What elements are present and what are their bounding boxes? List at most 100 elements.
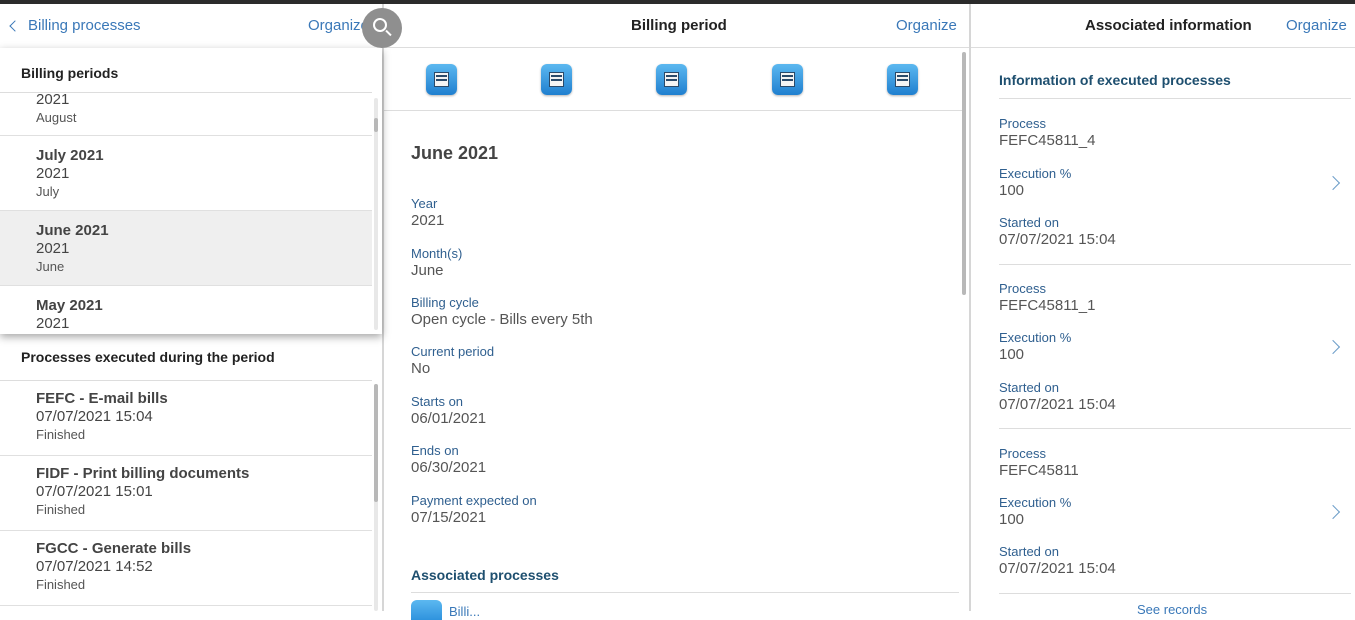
see-records-link[interactable]: See records xyxy=(1137,602,1207,617)
record-divider xyxy=(999,428,1351,429)
center-organize-button[interactable]: Organize xyxy=(896,17,957,34)
process-datetime: 07/07/2021 14:52 xyxy=(36,558,153,575)
header-divider xyxy=(384,47,969,48)
process-label: Process xyxy=(999,116,1046,131)
process-datetime: 07/07/2021 15:01 xyxy=(36,483,153,500)
printer-icon[interactable] xyxy=(656,64,687,95)
chevron-right-icon[interactable] xyxy=(1325,175,1341,191)
right-organize-button[interactable]: Organize xyxy=(1286,17,1347,34)
execution-value: 100 xyxy=(999,346,1025,363)
field-label-months: Month(s) xyxy=(411,246,463,261)
document-glyph-lines xyxy=(551,75,562,77)
process-title: FGCC - Generate bills xyxy=(36,540,192,557)
process-status: Finished xyxy=(36,502,86,517)
executed-info-title: Information of executed processes xyxy=(999,72,1231,88)
field-value-starts-on: 06/01/2021 xyxy=(411,410,487,427)
list-item-period-selected[interactable]: June 2021 2021 June xyxy=(0,211,372,286)
right-pane: Associated information Organize Informat… xyxy=(971,4,1355,617)
process-label: Process xyxy=(999,281,1046,296)
execution-label: Execution % xyxy=(999,330,1072,345)
list-item-process[interactable]: FIDF - Print billing documents 07/07/202… xyxy=(0,456,372,531)
toolbar-divider xyxy=(384,110,962,111)
periods-scroll-thumb[interactable] xyxy=(374,118,378,132)
field-label-ends-on: Ends on xyxy=(411,443,459,458)
left-pane: Billing processes Organize Billing perio… xyxy=(0,4,402,611)
process-value: FEFC45811 xyxy=(999,462,1079,479)
list-item-period[interactable]: May 2021 2021 xyxy=(0,286,372,334)
left-organize-button[interactable]: Organize xyxy=(308,17,369,34)
started-label: Started on xyxy=(999,544,1059,559)
processes-list[interactable]: FEFC - E-mail bills 07/07/2021 15:04 Fin… xyxy=(0,380,372,611)
period-year: 2021 xyxy=(36,92,70,108)
associated-process-label: Billi... xyxy=(449,604,481,619)
processes-scroll-thumb[interactable] xyxy=(374,384,378,502)
record-divider xyxy=(999,593,1351,594)
execution-label: Execution % xyxy=(999,166,1072,181)
associated-processes-title: Associated processes xyxy=(411,567,559,583)
field-value-months: June xyxy=(411,262,444,279)
processes-scrollbar[interactable] xyxy=(374,384,378,611)
period-month: June xyxy=(36,259,65,274)
processes-title: Processes executed during the period xyxy=(21,349,275,365)
period-year: 2021 xyxy=(36,315,70,332)
process-title: FIDF - Print billing documents xyxy=(36,465,250,482)
process-value: FEFC45811_1 xyxy=(999,297,1096,314)
execution-label: Execution % xyxy=(999,495,1072,510)
billing-process-icon xyxy=(411,600,442,620)
print-icon[interactable] xyxy=(426,64,457,95)
list-item-period[interactable]: July 2021 2021 July xyxy=(0,136,372,211)
periods-scrollbar[interactable] xyxy=(374,98,378,330)
billing-periods-list[interactable]: 2021 August July 2021 2021 July June 202… xyxy=(0,92,372,334)
process-label: Process xyxy=(999,446,1046,461)
field-label-billing-cycle: Billing cycle xyxy=(411,295,479,310)
field-value-billing-cycle: Open cycle - Bills every 5th xyxy=(411,311,593,328)
field-value-ends-on: 06/30/2021 xyxy=(411,459,487,476)
field-value-year: 2021 xyxy=(411,212,445,229)
field-label-payment-expected: Payment expected on xyxy=(411,493,537,508)
started-value: 07/07/2021 15:04 xyxy=(999,396,1116,413)
center-pane: Billing period Organize June 2021 Year 2… xyxy=(384,4,969,620)
search-icon-handle xyxy=(385,29,392,37)
period-year: 2021 xyxy=(36,240,70,257)
section-divider xyxy=(999,98,1351,99)
chevron-right-icon[interactable] xyxy=(1325,339,1341,355)
search-button[interactable] xyxy=(362,8,402,48)
field-label-starts-on: Starts on xyxy=(411,394,464,409)
associated-divider xyxy=(411,592,959,593)
process-status: Finished xyxy=(36,577,86,592)
period-year: 2021 xyxy=(36,165,70,182)
billing-periods-panel: Billing periods 2021 August July 2021 20… xyxy=(0,48,382,334)
list-item-process[interactable]: FGCC - Generate bills 07/07/2021 14:52 F… xyxy=(0,531,372,606)
chevron-left-icon xyxy=(9,20,21,32)
back-button[interactable]: Billing processes xyxy=(9,17,141,34)
center-scrollbar[interactable] xyxy=(962,52,966,295)
period-month: July xyxy=(36,184,60,199)
user-document-icon[interactable] xyxy=(887,64,918,95)
period-title: May 2021 xyxy=(36,297,103,314)
associated-process-item[interactable]: Billi... xyxy=(411,600,611,620)
period-title: June 2021 xyxy=(36,222,109,239)
process-status: Finished xyxy=(36,427,86,442)
execution-value: 100 xyxy=(999,182,1025,199)
started-label: Started on xyxy=(999,380,1059,395)
process-datetime: 07/07/2021 15:04 xyxy=(36,408,153,425)
process-value: FEFC45811_4 xyxy=(999,132,1096,149)
back-label: Billing processes xyxy=(28,17,141,34)
center-title: Billing period xyxy=(631,17,727,34)
list-item-period[interactable]: 2021 August xyxy=(0,92,372,136)
printer-glyph-lines xyxy=(666,75,677,77)
chevron-right-icon[interactable] xyxy=(1325,504,1341,520)
header-divider xyxy=(971,47,1355,48)
list-item-process[interactable]: FEFC - E-mail bills 07/07/2021 15:04 Fin… xyxy=(0,381,372,456)
right-title: Associated information xyxy=(1085,17,1252,34)
document-download-icon[interactable] xyxy=(541,64,572,95)
field-label-year: Year xyxy=(411,196,438,211)
period-title: July 2021 xyxy=(36,147,104,164)
user-document-glyph-lines xyxy=(897,75,908,77)
list-icon[interactable] xyxy=(772,64,803,95)
print-glyph-lines xyxy=(436,75,447,77)
started-value: 07/07/2021 15:04 xyxy=(999,231,1116,248)
execution-value: 100 xyxy=(999,511,1025,528)
process-title: FEFC - E-mail bills xyxy=(36,390,168,407)
field-value-payment-expected: 07/15/2021 xyxy=(411,509,487,526)
